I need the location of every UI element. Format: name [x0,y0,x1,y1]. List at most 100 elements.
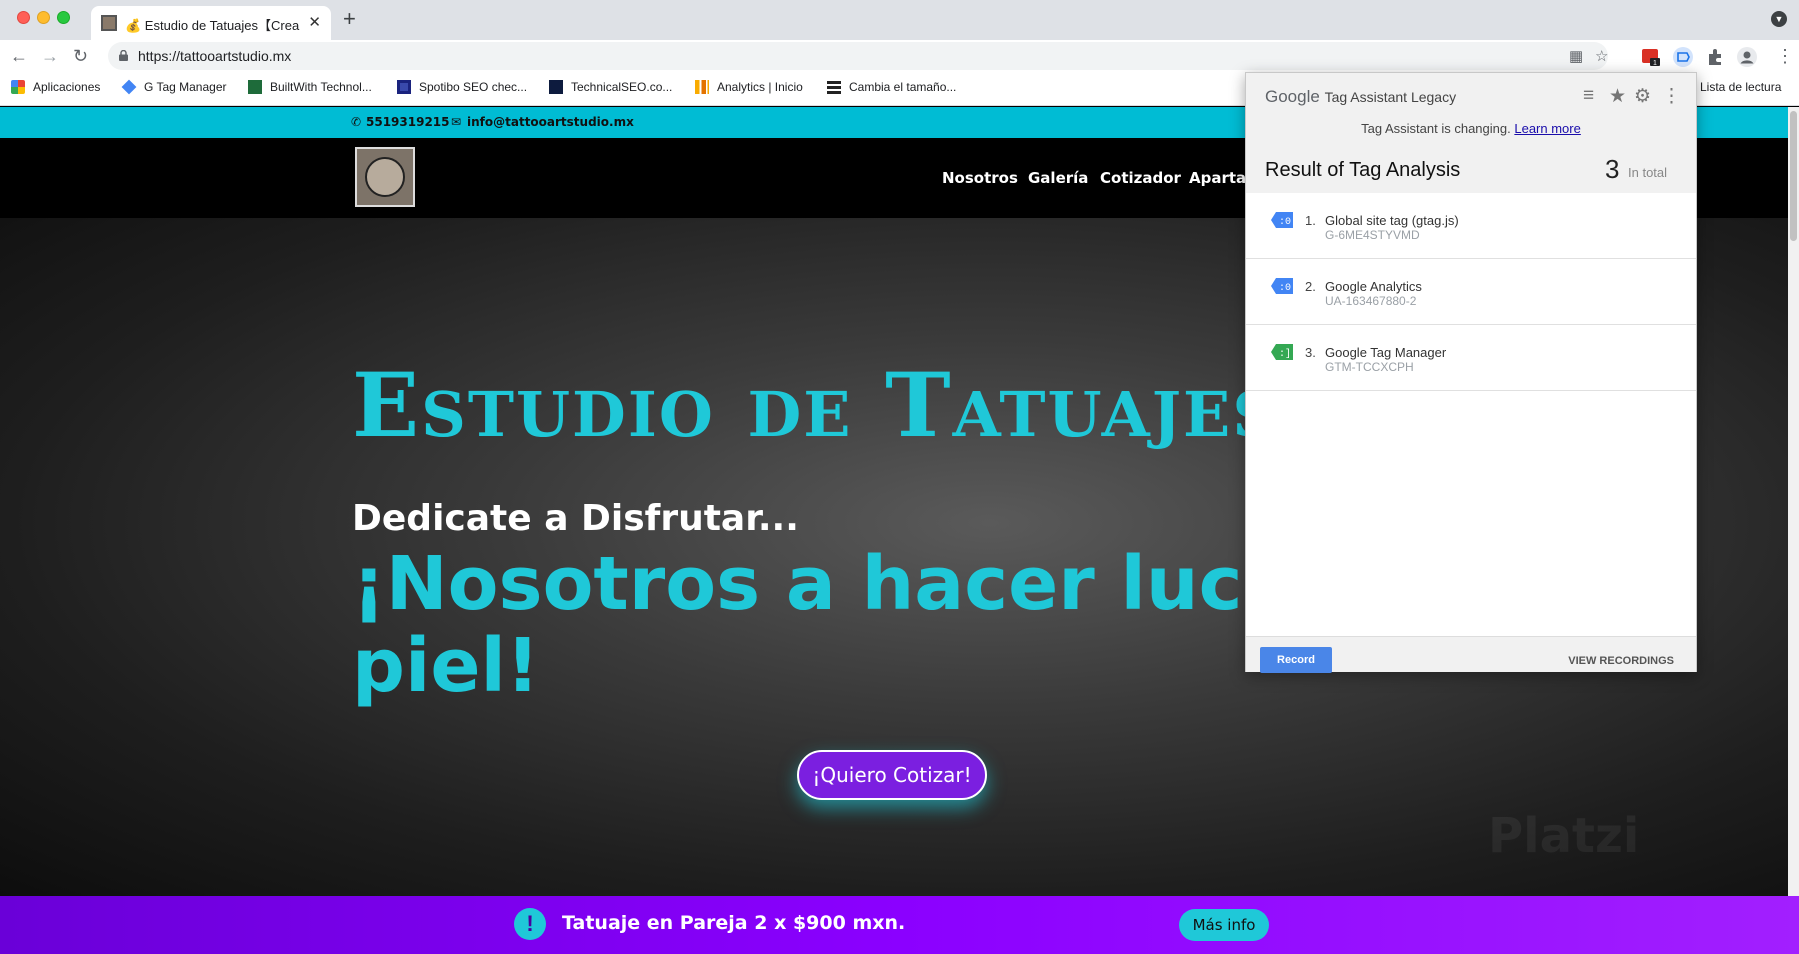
close-window-button[interactable] [17,11,30,24]
tag-list-item[interactable]: :0 1. Global site tag (gtag.js) G-6ME4ST… [1246,193,1696,259]
promo-bar: ! Tatuaje en Pareja 2 x $900 mxn. Más in… [0,896,1799,954]
tag-assistant-popup: Google Tag Assistant Legacy ≡ ★ ⚙ ⋮ Tag … [1245,72,1697,673]
contact-email[interactable]: info@tattooartstudio.mx [467,115,634,129]
extensions-puzzle-icon[interactable] [1705,47,1725,67]
result-title: Result of Tag Analysis [1265,159,1461,181]
quote-cta-button[interactable]: ¡Quiero Cotizar! [797,750,987,800]
nav-galeria[interactable]: Galería [1028,169,1088,187]
bookmark-analytics[interactable]: Analytics | Inicio [695,80,803,94]
bookmark-spotibo[interactable]: Spotibo SEO chec... [397,80,527,94]
technicalseo-icon [549,80,563,94]
qr-code-icon[interactable]: ▦ [1569,47,1583,65]
browser-toolbar: ← → ↻ https://tattooartstudio.mx ▦ ☆ 1 ⋮ [0,40,1799,72]
minimize-window-button[interactable] [37,11,50,24]
bookmark-builtwith[interactable]: BuiltWith Technol... [248,80,372,94]
tag-list-item[interactable]: :] 3. Google Tag Manager GTM-TCCXCPH [1246,325,1696,391]
builtwith-icon [248,80,262,94]
tag-number: 2. [1305,279,1316,294]
logo-emblem [365,157,405,197]
tag-id: UA-163467880-2 [1325,294,1417,308]
tag-count-label: In total [1628,165,1668,180]
tab-strip: 💰 Estudio de Tatuajes【Crear ✕ + ▼ [0,0,1799,40]
site-favicon-icon [101,15,117,31]
bookmark-technicalseo[interactable]: TechnicalSEO.co... [549,80,672,94]
tag-name: Global site tag (gtag.js) [1325,213,1459,228]
promo-text: Tatuaje en Pareja 2 x $900 mxn. [562,912,906,934]
reading-list-button[interactable]: Lista de lectura [1700,80,1781,94]
svg-text::]: :] [1279,348,1291,360]
tag-id: G-6ME4STYVMD [1325,228,1420,242]
forward-icon[interactable]: → [41,46,59,66]
bookmark-gtm[interactable]: G Tag Manager [121,79,227,95]
more-vert-icon[interactable]: ⋮ [1662,85,1681,108]
back-icon[interactable]: ← [10,46,28,66]
bookmark-label: Spotibo SEO chec... [419,80,528,94]
bookmark-label: BuiltWith Technol... [270,80,372,94]
bookmark-star-icon[interactable]: ☆ [1595,47,1608,65]
email-icon: ✉ [451,115,462,129]
lock-icon [119,50,128,61]
nav-cotizador[interactable]: Cotizador [1100,169,1181,187]
bookmark-label: Analytics | Inicio [717,80,803,94]
tag-manager-icon [121,79,137,95]
hero-subtitle: Dedicate a Disfrutar... [352,498,799,539]
browser-menu-icon[interactable]: ⋮ [1776,46,1794,66]
site-logo[interactable] [355,147,415,207]
bookmark-label: Aplicaciones [33,80,101,94]
popup-header: Google Tag Assistant Legacy ≡ ★ ⚙ ⋮ Tag … [1246,73,1696,193]
tag-count: 3 [1605,154,1620,184]
view-recordings-link[interactable]: VIEW RECORDINGS [1568,655,1674,667]
apps-grid-icon [11,80,25,94]
bookmark-label: TechnicalSEO.co... [571,80,673,94]
google-logo: Google [1265,87,1320,106]
change-notice-text: Tag Assistant is changing. [1361,121,1511,136]
svg-text::0: :0 [1279,283,1291,294]
tag-green-icon: :] [1271,344,1293,360]
alert-icon: ! [514,908,546,940]
extension-badge: 1 [1653,60,1657,67]
svg-text::0: :0 [1279,217,1291,228]
analytics-icon [695,80,709,94]
tab-search-icon[interactable]: ▼ [1771,11,1787,27]
bookmark-resize[interactable]: Cambia el tamaño... [827,80,956,94]
reload-icon[interactable]: ↻ [73,46,88,66]
tag-name: Google Analytics [1325,279,1422,294]
change-notice: Tag Assistant is changing. Learn more [1246,121,1696,136]
tag-assistant-extension-icon[interactable] [1673,47,1693,67]
tag-id: GTM-TCCXCPH [1325,360,1414,374]
more-info-button[interactable]: Más info [1179,909,1269,941]
spotibo-icon [397,80,411,94]
popup-brand: Google Tag Assistant Legacy [1265,87,1456,107]
bookmark-label: G Tag Manager [144,80,227,94]
extension-red-icon[interactable]: 1 [1641,47,1661,67]
record-button[interactable]: Record [1260,647,1332,673]
tag-blue-icon: :0 [1271,212,1293,228]
browser-tab[interactable]: 💰 Estudio de Tatuajes【Crear ✕ [91,6,331,40]
learn-more-link[interactable]: Learn more [1514,121,1580,136]
url-text[interactable]: https://tattooartstudio.mx [138,48,291,64]
new-tab-button[interactable]: + [343,6,356,32]
scroll-thumb[interactable] [1790,111,1797,241]
contact-phone[interactable]: 5519319215 [366,115,450,129]
tab-title: 💰 Estudio de Tatuajes【Crear [125,18,300,33]
tag-name: Google Tag Manager [1325,345,1447,360]
platzi-watermark: Platzi [1488,808,1640,864]
tag-blue-icon: :0 [1271,278,1293,294]
phone-icon: ✆ [351,115,362,129]
bookmark-apps[interactable]: Aplicaciones [11,80,100,94]
star-icon[interactable]: ★ [1609,85,1626,108]
maximize-window-button[interactable] [57,11,70,24]
page-scrollbar[interactable] [1788,107,1799,896]
filter-icon[interactable]: ≡ [1583,85,1594,107]
address-bar[interactable]: https://tattooartstudio.mx ▦ ☆ [108,42,1608,70]
tag-list-item[interactable]: :0 2. Google Analytics UA-163467880-2 [1246,259,1696,325]
bookmark-label: Cambia el tamaño... [849,80,957,94]
tag-number: 3. [1305,345,1316,360]
hero-title: Estudio de Tatuajes [352,353,1280,457]
resize-icon [827,80,841,94]
profile-avatar-icon[interactable] [1737,47,1757,67]
nav-nosotros[interactable]: Nosotros [942,169,1018,187]
tab-close-icon[interactable]: ✕ [308,13,321,31]
gear-icon[interactable]: ⚙ [1634,85,1651,108]
product-name: Tag Assistant Legacy [1324,89,1457,105]
